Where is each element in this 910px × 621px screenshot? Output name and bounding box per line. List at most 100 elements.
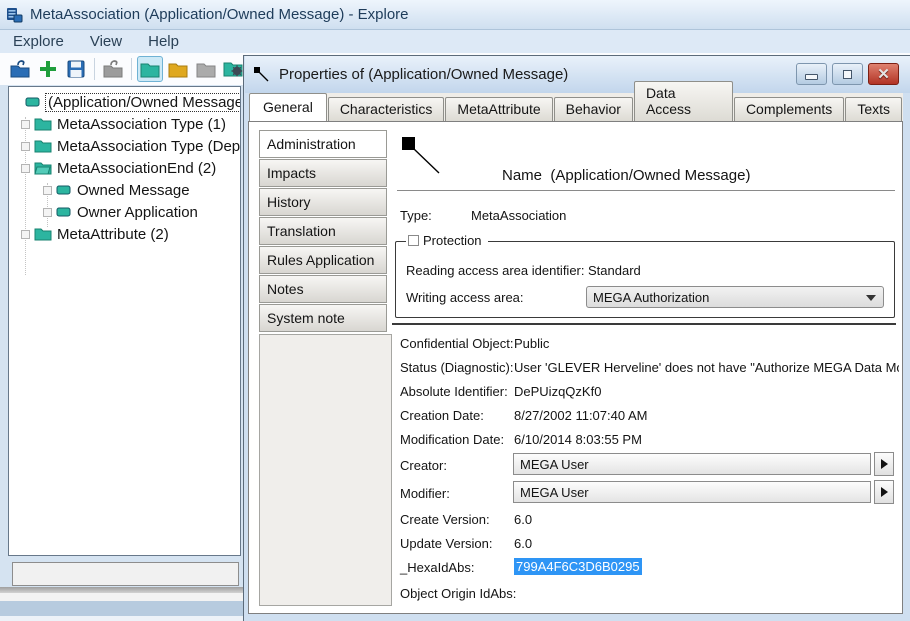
tree-item[interactable]: MetaAssociation Type (Depr: [21, 135, 241, 157]
toolbar-separator: [131, 58, 132, 80]
toolbar-separator: [94, 58, 95, 80]
side-tab-system-note[interactable]: System note: [259, 304, 387, 332]
association-pointer-icon: [253, 66, 271, 84]
menu-view[interactable]: View: [90, 33, 122, 50]
dialog-title: Properties of (Application/Owned Message…: [279, 66, 568, 83]
expander-icon[interactable]: [43, 186, 52, 195]
chevron-down-icon: [866, 295, 876, 301]
tab-data-access[interactable]: Data Access: [634, 81, 733, 121]
section-divider: [392, 323, 896, 325]
type-label: Type:: [400, 208, 432, 223]
side-tab-impacts[interactable]: Impacts: [259, 159, 387, 187]
tab-behavior[interactable]: Behavior: [554, 97, 633, 121]
menu-bar: Explore View Help: [0, 30, 910, 53]
tab-general[interactable]: General: [249, 93, 327, 121]
minimize-button[interactable]: [796, 63, 827, 85]
folder-open-icon: [34, 161, 52, 175]
update-version-label: Update Version:: [400, 536, 493, 551]
closed-folder-icon: [193, 56, 219, 82]
tree-item-label: (Application/Owned Message): [46, 94, 241, 111]
expander-icon[interactable]: [21, 164, 30, 173]
tree-item-label: Owned Message: [77, 182, 190, 199]
tree-item-label: MetaAssociation Type (1): [57, 116, 226, 133]
expander-icon[interactable]: [21, 120, 30, 129]
restore-button[interactable]: [832, 63, 863, 85]
writing-access-label: Writing access area:: [406, 290, 524, 305]
confidential-object-label: Confidential Object:: [400, 336, 513, 351]
close-icon: ✕: [877, 67, 890, 82]
restore-icon: [843, 70, 852, 79]
open-model-icon[interactable]: [7, 56, 33, 82]
tree-item-label: MetaAssociationEnd (2): [57, 160, 216, 177]
tab-complements[interactable]: Complements: [734, 97, 844, 121]
side-tab-notes[interactable]: Notes: [259, 275, 387, 303]
creator-picker-button[interactable]: [874, 452, 894, 476]
create-version-label: Create Version:: [400, 512, 490, 527]
tree-item[interactable]: MetaAssociation Type (1): [21, 113, 226, 135]
dialog-tabstrip: General Characteristics MetaAttribute Be…: [249, 93, 903, 121]
folder-icon: [34, 227, 52, 241]
properties-dialog: Properties of (Application/Owned Message…: [243, 55, 910, 621]
tree-item[interactable]: MetaAssociationEnd (2): [21, 157, 216, 179]
tree-item-label: MetaAttribute (2): [57, 226, 169, 243]
selected-text[interactable]: 799A4F6C3D6B0295: [514, 558, 642, 575]
side-tab-rules-application[interactable]: Rules Application: [259, 246, 387, 274]
app-icon: [6, 6, 24, 24]
creation-date-value: 8/27/2002 11:07:40 AM: [514, 408, 647, 423]
close-button[interactable]: ✕: [868, 63, 899, 85]
general-tab-content: Administration Impacts History Translati…: [248, 121, 903, 614]
open-disabled-icon: [100, 56, 126, 82]
tree-item-root[interactable]: (Application/Owned Message): [21, 91, 241, 113]
side-tab-translation[interactable]: Translation: [259, 217, 387, 245]
creator-label: Creator:: [400, 458, 447, 473]
protection-group: Protection Reading access area identifie…: [395, 241, 895, 318]
writing-access-combobox[interactable]: MEGA Authorization: [586, 286, 884, 308]
modification-date-value: 6/10/2014 8:03:55 PM: [514, 432, 642, 447]
dialog-titlebar[interactable]: Properties of (Application/Owned Message…: [245, 56, 910, 93]
menu-explore[interactable]: Explore: [13, 33, 64, 50]
modification-date-label: Modification Date:: [400, 432, 504, 447]
menu-help[interactable]: Help: [148, 33, 179, 50]
tab-metaattribute[interactable]: MetaAttribute: [445, 97, 552, 121]
window-frame: [0, 593, 243, 601]
tree-item[interactable]: Owner Application: [43, 201, 198, 223]
create-version-value: 6.0: [514, 512, 532, 527]
status-diagnostic-label: Status (Diagnostic):: [400, 360, 513, 375]
window-frame-bottom: [0, 601, 243, 616]
tree-item-label: Owner Application: [77, 204, 198, 221]
reading-access-label: Reading access area identifier:: [406, 263, 585, 278]
explore-folder-icon[interactable]: [137, 56, 163, 82]
add-icon[interactable]: [35, 56, 61, 82]
window-frame-edge: [0, 616, 243, 621]
tree-item[interactable]: MetaAttribute (2): [21, 223, 169, 245]
absolute-identifier-label: Absolute Identifier:: [400, 384, 508, 399]
name-value: (Application/Owned Message): [550, 167, 750, 184]
modifier-label: Modifier:: [400, 486, 450, 501]
folder-icon: [34, 139, 52, 153]
protection-checkbox[interactable]: [408, 235, 419, 246]
tree-item-label: MetaAssociation Type (Depr: [57, 138, 241, 155]
side-tab-history[interactable]: History: [259, 188, 387, 216]
expander-icon[interactable]: [21, 142, 30, 151]
arrow-right-icon: [881, 459, 888, 469]
tab-texts[interactable]: Texts: [845, 97, 902, 121]
object-origin-idabs-label: Object Origin IdAbs:: [400, 586, 516, 601]
tree-item[interactable]: Owned Message: [43, 179, 190, 201]
side-tab-empty-panel: [259, 334, 392, 606]
app-titlebar: MetaAssociation (Application/Owned Messa…: [0, 0, 910, 30]
modifier-picker-button[interactable]: [874, 480, 894, 504]
name-row: Name (Application/Owned Message): [502, 167, 750, 184]
expander-icon[interactable]: [43, 208, 52, 217]
creator-field[interactable]: MEGA User: [513, 453, 871, 475]
side-tab-administration[interactable]: Administration: [259, 130, 387, 158]
tab-characteristics[interactable]: Characteristics: [328, 97, 445, 121]
modifier-field[interactable]: MEGA User: [513, 481, 871, 503]
arrow-right-icon: [881, 487, 888, 497]
update-version-value: 6.0: [514, 536, 532, 551]
hexaidabs-value: 799A4F6C3D6B0295: [514, 559, 642, 574]
association-pointer-icon-large: [401, 136, 443, 176]
library-folder-icon[interactable]: [165, 56, 191, 82]
window-controls: ✕: [796, 63, 899, 85]
expander-icon[interactable]: [21, 230, 30, 239]
save-icon[interactable]: [63, 56, 89, 82]
